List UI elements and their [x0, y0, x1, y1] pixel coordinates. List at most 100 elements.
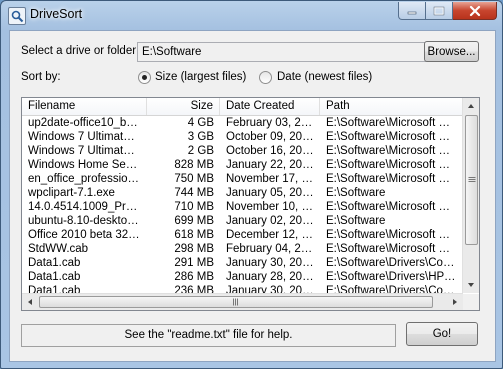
cell-date-created: October 09, 2009 [226, 131, 315, 143]
sort-label: Sort by: [21, 71, 61, 83]
cell-date-created: February 04, 2010 [226, 243, 320, 255]
cell-filename: StdWW.cab [28, 243, 89, 255]
cell-path: E:\Software\Drivers\HP G... [326, 271, 463, 283]
cell-size: 4 GB [187, 117, 214, 129]
scroll-down-button[interactable] [463, 277, 479, 293]
cell-date-created: January 05, 2009 [226, 187, 315, 199]
cell-path: E:\Software\Microsoft Soft... [326, 159, 463, 171]
column-date-created[interactable]: Date Created [220, 98, 320, 115]
caption-buttons [398, 2, 497, 20]
list-body: up2date-office10_build... 4 GB February 03… [22, 116, 463, 298]
column-size[interactable]: Size [147, 98, 220, 115]
cell-filename: wpclipart-7.1.exe [28, 187, 115, 199]
cell-date-created: November 10, 2009 [226, 201, 320, 213]
cell-size: 710 MB [174, 201, 214, 213]
table-row[interactable]: wpclipart-7.1.exe 744 MB January 05, 2009 E… [22, 186, 463, 200]
table-row[interactable]: Windows 7 Ultimate 64... 3 GB October 09, … [22, 130, 463, 144]
scroll-left-button[interactable] [22, 294, 38, 310]
sort-size-radio[interactable] [138, 71, 151, 84]
grip-icon [468, 177, 475, 182]
scroll-left-icon [28, 299, 32, 305]
cell-size: 744 MB [174, 187, 214, 199]
app-icon[interactable] [8, 7, 26, 25]
title-bar[interactable]: DriveSort [1, 1, 502, 29]
maximize-button[interactable] [426, 2, 453, 20]
cell-size: 828 MB [174, 159, 214, 171]
minimize-icon [407, 11, 417, 14]
cell-date-created: January 30, 2010 [226, 257, 315, 269]
table-row[interactable]: StdWW.cab 298 MB February 04, 2010 E:\Softw… [22, 242, 463, 256]
scroll-down-icon [468, 283, 474, 287]
minimize-button[interactable] [398, 2, 426, 20]
cell-date-created: December 12, 2009 [226, 229, 320, 241]
cell-filename: 14.0.4514.1009_Profe... [28, 201, 147, 213]
cell-size: 298 MB [174, 243, 214, 255]
cell-size: 2 GB [187, 145, 214, 157]
sort-size-label[interactable]: Size (largest files) [155, 71, 246, 83]
cell-path: E:\Software\Microsoft Soft... [326, 117, 463, 129]
cell-path: E:\Software\Microsoft Soft... [326, 243, 463, 255]
cell-date-created: February 03, 2010 [226, 117, 320, 129]
app-window: DriveSort Select a drive or folder: Brow… [0, 0, 503, 369]
cell-filename: en_office_professional... [28, 173, 147, 185]
scrollbar-corner [463, 294, 479, 310]
cell-path: E:\Software\Microsoft Soft... [326, 201, 463, 213]
cell-size: 3 GB [187, 131, 214, 143]
list-header: Filename Size Date Created Path [22, 98, 463, 116]
table-row[interactable]: Office 2010 beta 32-bit... 618 MB December… [22, 228, 463, 242]
close-icon [469, 5, 480, 16]
drive-path-field[interactable] [137, 42, 427, 62]
cell-date-created: October 16, 2009 [226, 145, 315, 157]
cell-filename: up2date-office10_build... [28, 117, 147, 129]
table-row[interactable]: Windows Home Server... 828 MB January 22, … [22, 158, 463, 172]
cell-size: 286 MB [174, 271, 214, 283]
status-bar: See the "readme.txt" file for help. [21, 324, 396, 347]
cell-date-created: January 02, 2009 [226, 215, 315, 227]
file-list[interactable]: Filename Size Date Created Path up2date-… [21, 97, 480, 311]
horizontal-scroll-thumb[interactable] [39, 296, 433, 308]
cell-date-created: January 28, 2010 [226, 271, 315, 283]
go-button[interactable]: Go! [406, 322, 478, 346]
window-title: DriveSort [30, 7, 83, 21]
column-filename[interactable]: Filename [22, 98, 147, 115]
cell-date-created: January 22, 2010 [226, 159, 315, 171]
client-area: Select a drive or folder: Browse... Sort… [9, 30, 496, 362]
cell-filename: ubuntu-8.10-desktop-i3... [28, 215, 147, 227]
sort-date-radio[interactable] [259, 71, 272, 84]
cell-path: E:\Software\Microsoft Soft... [326, 229, 463, 241]
cell-size: 750 MB [174, 173, 214, 185]
cell-filename: Windows 7 Ultimate 32... [28, 145, 147, 157]
cell-size: 618 MB [174, 229, 214, 241]
cell-filename: Data1.cab [28, 257, 81, 269]
table-row[interactable]: 14.0.4514.1009_Profe... 710 MB November 10… [22, 200, 463, 214]
grip-icon [233, 298, 238, 306]
cell-filename: Data1.cab [28, 271, 81, 283]
close-button[interactable] [453, 2, 497, 20]
cell-path: E:\Software [326, 215, 386, 227]
cell-date-created: November 17, 2009 [226, 173, 320, 185]
cell-filename: Windows 7 Ultimate 64... [28, 131, 147, 143]
cell-filename: Office 2010 beta 32-bit... [28, 229, 147, 241]
scroll-right-button[interactable] [447, 294, 463, 310]
table-row[interactable]: ubuntu-8.10-desktop-i3... 699 MB January 0… [22, 214, 463, 228]
vertical-scrollbar[interactable] [462, 98, 479, 293]
table-row[interactable]: Data1.cab 286 MB January 28, 2010 E:\Softwa… [22, 270, 463, 284]
horizontal-scrollbar[interactable] [22, 293, 463, 310]
drive-label: Select a drive or folder: [21, 45, 140, 57]
sort-date-label[interactable]: Date (newest files) [277, 71, 372, 83]
table-row[interactable]: Windows 7 Ultimate 32... 2 GB October 16, … [22, 144, 463, 158]
cell-size: 291 MB [174, 257, 214, 269]
table-row[interactable]: Data1.cab 291 MB January 30, 2010 E:\Softwa… [22, 256, 463, 270]
column-path[interactable]: Path [320, 98, 463, 115]
cell-path: E:\Software [326, 187, 386, 199]
table-row[interactable]: en_office_professional... 750 MB November … [22, 172, 463, 186]
table-row[interactable]: up2date-office10_build... 4 GB February 03… [22, 116, 463, 130]
cell-path: E:\Software\Microsoft Soft... [326, 145, 463, 157]
scroll-up-button[interactable] [463, 98, 479, 114]
cell-filename: Windows Home Server... [28, 159, 147, 171]
browse-button[interactable]: Browse... [424, 41, 479, 62]
vertical-scroll-thumb[interactable] [465, 115, 478, 245]
scroll-up-icon [468, 104, 474, 108]
maximize-icon [433, 6, 445, 15]
cell-size: 699 MB [174, 215, 214, 227]
